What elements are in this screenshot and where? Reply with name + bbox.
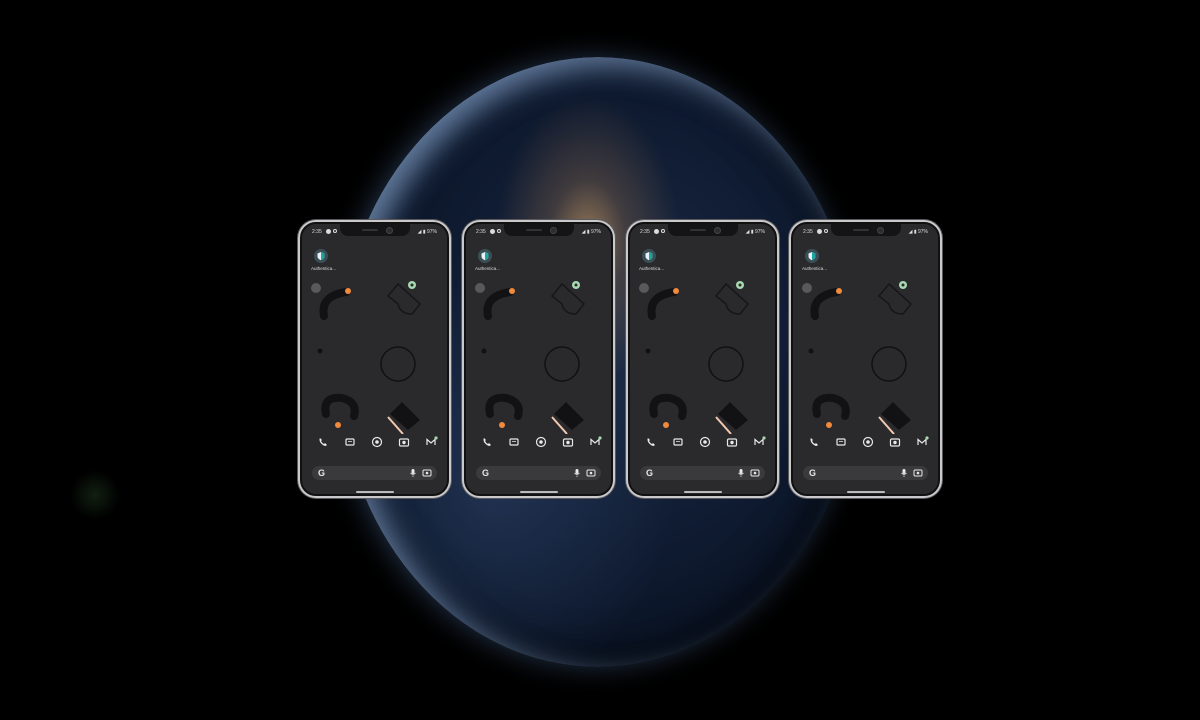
phone-screen: 2:35 ◢ ▮ 97% Authentica... G bbox=[628, 222, 777, 496]
app-label[interactable]: Authentica... bbox=[639, 266, 664, 271]
battery-percent: 97% bbox=[426, 229, 437, 235]
google-search-bar[interactable]: G bbox=[640, 466, 765, 480]
status-time: 2:35 bbox=[640, 229, 650, 235]
signal-icon: ◢ bbox=[581, 229, 586, 235]
dock bbox=[466, 435, 611, 449]
lens-icon[interactable] bbox=[913, 468, 923, 478]
notification-icon bbox=[490, 229, 495, 234]
home-indicator[interactable] bbox=[355, 491, 394, 493]
app-label[interactable]: Authentica... bbox=[311, 266, 336, 271]
gmail-icon[interactable] bbox=[424, 435, 438, 449]
phone-mockup-3: 2:35 ◢ ▮ 97% Authentica... G bbox=[626, 220, 779, 498]
battery-percent: 97% bbox=[590, 229, 601, 235]
camera-icon[interactable] bbox=[561, 435, 575, 449]
home-indicator[interactable] bbox=[683, 491, 722, 493]
phone-screen: 2:35 ◢ ▮ 97% Authentica... G bbox=[464, 222, 613, 496]
battery-icon: ▮ bbox=[750, 229, 754, 235]
status-bar: 2:35 ◢ ▮ 97% bbox=[640, 229, 765, 238]
mic-icon[interactable] bbox=[573, 468, 581, 478]
search-notification-icon bbox=[497, 229, 501, 233]
authenticator-app-icon[interactable] bbox=[805, 249, 819, 263]
background-glow bbox=[70, 470, 120, 520]
mic-icon[interactable] bbox=[737, 468, 745, 478]
status-time: 2:35 bbox=[312, 229, 322, 235]
google-g-icon: G bbox=[646, 468, 654, 478]
status-bar: 2:35 ◢ ▮ 97% bbox=[803, 229, 928, 238]
signal-icon: ◢ bbox=[908, 229, 913, 235]
camera-icon[interactable] bbox=[725, 435, 739, 449]
wallpaper-shapes bbox=[802, 281, 913, 434]
notification-icon bbox=[817, 229, 822, 234]
chrome-icon[interactable] bbox=[698, 435, 712, 449]
battery-percent: 97% bbox=[917, 229, 928, 235]
phone-mockup-2: 2:35 ◢ ▮ 97% Authentica... G bbox=[462, 220, 615, 498]
google-g-icon: G bbox=[482, 468, 490, 478]
status-right: ◢ ▮ 97% bbox=[746, 229, 765, 235]
gmail-icon[interactable] bbox=[915, 435, 929, 449]
lens-icon[interactable] bbox=[750, 468, 760, 478]
status-bar: 2:35 ◢ ▮ 97% bbox=[476, 229, 601, 238]
camera-icon[interactable] bbox=[888, 435, 902, 449]
signal-icon: ◢ bbox=[417, 229, 422, 235]
phone-screen: 2:35 ◢ ▮ 97% Authentica... G bbox=[791, 222, 940, 496]
status-right: ◢ ▮ 97% bbox=[909, 229, 928, 235]
battery-icon: ▮ bbox=[422, 229, 426, 235]
google-g-icon: G bbox=[809, 468, 817, 478]
google-search-bar[interactable]: G bbox=[803, 466, 928, 480]
notification-icon bbox=[654, 229, 659, 234]
status-time: 2:35 bbox=[803, 229, 813, 235]
phone-icon[interactable] bbox=[644, 435, 658, 449]
phone-icon[interactable] bbox=[316, 435, 330, 449]
camera-icon[interactable] bbox=[397, 435, 411, 449]
google-search-bar[interactable]: G bbox=[312, 466, 437, 480]
gmail-icon[interactable] bbox=[588, 435, 602, 449]
messages-icon[interactable] bbox=[507, 435, 521, 449]
google-search-bar[interactable]: G bbox=[476, 466, 601, 480]
battery-icon: ▮ bbox=[586, 229, 590, 235]
notification-icon bbox=[326, 229, 331, 234]
status-right: ◢ ▮ 97% bbox=[418, 229, 437, 235]
phone-icon[interactable] bbox=[480, 435, 494, 449]
home-indicator[interactable] bbox=[846, 491, 885, 493]
status-bar: 2:35 ◢ ▮ 97% bbox=[312, 229, 437, 238]
lens-icon[interactable] bbox=[422, 468, 432, 478]
authenticator-app-icon[interactable] bbox=[642, 249, 656, 263]
mic-icon[interactable] bbox=[409, 468, 417, 478]
search-notification-icon bbox=[661, 229, 665, 233]
chrome-icon[interactable] bbox=[370, 435, 384, 449]
messages-icon[interactable] bbox=[834, 435, 848, 449]
battery-percent: 97% bbox=[754, 229, 765, 235]
app-label[interactable]: Authentica... bbox=[475, 266, 500, 271]
dock bbox=[302, 435, 447, 449]
signal-icon: ◢ bbox=[745, 229, 750, 235]
gmail-icon[interactable] bbox=[752, 435, 766, 449]
phone-icon[interactable] bbox=[807, 435, 821, 449]
chrome-icon[interactable] bbox=[861, 435, 875, 449]
phone-mockup-4: 2:35 ◢ ▮ 97% Authentica... G bbox=[789, 220, 942, 498]
wallpaper-shapes bbox=[639, 281, 750, 434]
status-right: ◢ ▮ 97% bbox=[582, 229, 601, 235]
dock bbox=[793, 435, 938, 449]
wallpaper-shapes bbox=[311, 281, 422, 434]
search-notification-icon bbox=[824, 229, 828, 233]
mic-icon[interactable] bbox=[900, 468, 908, 478]
home-indicator[interactable] bbox=[519, 491, 558, 493]
battery-icon: ▮ bbox=[913, 229, 917, 235]
google-g-icon: G bbox=[318, 468, 326, 478]
dock bbox=[630, 435, 775, 449]
phone-screen: 2:35 ◢ ▮ 97% Authentica... G bbox=[300, 222, 449, 496]
authenticator-app-icon[interactable] bbox=[314, 249, 328, 263]
wallpaper-shapes bbox=[475, 281, 586, 434]
app-label[interactable]: Authentica... bbox=[802, 266, 827, 271]
search-notification-icon bbox=[333, 229, 337, 233]
messages-icon[interactable] bbox=[343, 435, 357, 449]
lens-icon[interactable] bbox=[586, 468, 596, 478]
status-time: 2:35 bbox=[476, 229, 486, 235]
authenticator-app-icon[interactable] bbox=[478, 249, 492, 263]
phone-mockup-1: 2:35 ◢ ▮ 97% Authentica... G bbox=[298, 220, 451, 498]
chrome-icon[interactable] bbox=[534, 435, 548, 449]
messages-icon[interactable] bbox=[671, 435, 685, 449]
